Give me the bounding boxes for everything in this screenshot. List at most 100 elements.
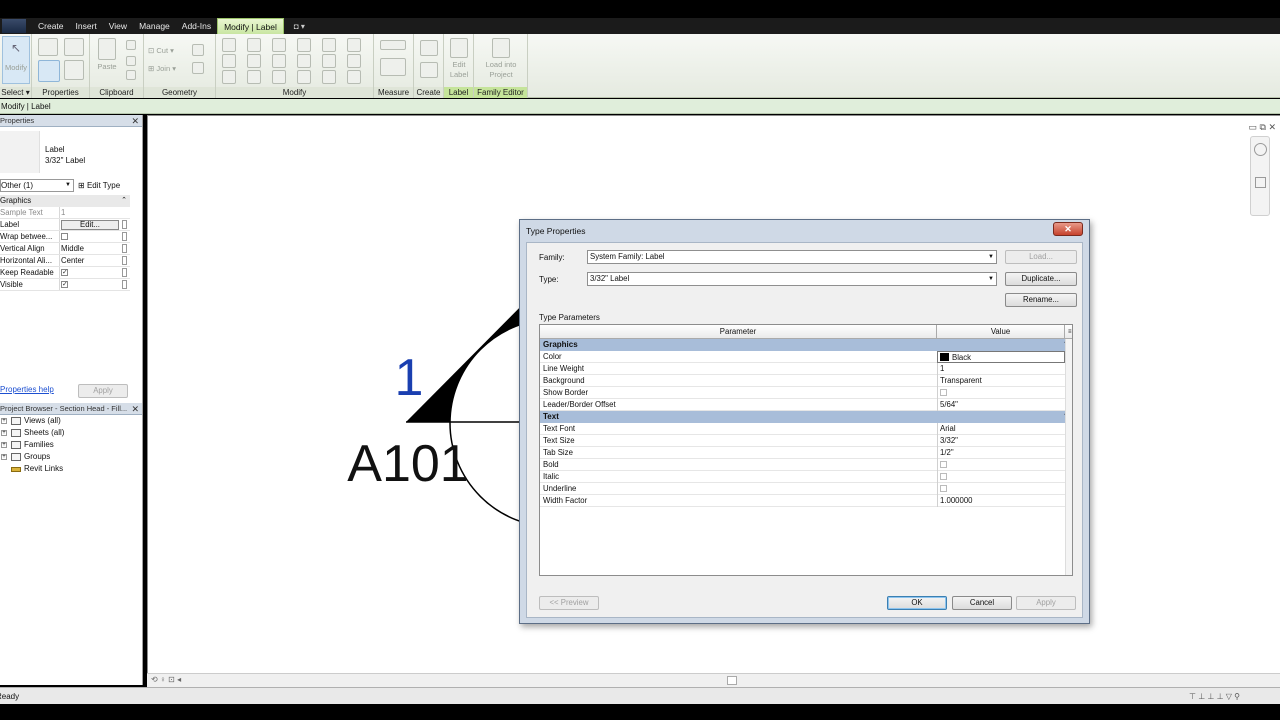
menu-tab-modify-label[interactable]: Modify | Label — [217, 18, 284, 34]
browser-node[interactable]: Revit Links — [0, 463, 142, 475]
cancel-button[interactable]: Cancel — [952, 596, 1012, 610]
load-into-project-button[interactable]: Load into Project — [474, 60, 528, 80]
view-control-icons[interactable]: ⟲ ♀ ⊡ ◂ — [151, 675, 181, 684]
mirror-axis-icon[interactable] — [272, 38, 286, 52]
parameter-row[interactable]: Tab Size 1/2" — [540, 447, 1072, 459]
checkmark-icon[interactable]: ✓ — [61, 281, 68, 289]
parameter-value[interactable] — [937, 471, 1065, 483]
property-row[interactable]: Keep Readable ✓ — [0, 267, 130, 279]
parameter-group-text[interactable]: Text⌃ — [540, 411, 1072, 423]
property-row[interactable]: Visible ✓ — [0, 279, 130, 291]
wall-joins-icon[interactable] — [192, 44, 204, 56]
property-row[interactable]: Wrap betwee... — [0, 231, 130, 243]
column-header-parameter[interactable]: Parameter — [540, 325, 937, 339]
trim-single-icon[interactable] — [297, 70, 311, 84]
edit-type-button[interactable]: ⊞ Edit Type — [78, 179, 120, 192]
parameter-value[interactable]: 1.000000 — [937, 495, 1065, 507]
parameter-value[interactable]: 1 — [937, 363, 1065, 375]
menu-tab-manage[interactable]: Manage — [133, 18, 176, 34]
parameter-row[interactable]: Underline — [540, 483, 1072, 495]
close-icon[interactable]: ✕ — [131, 115, 139, 127]
parameter-row[interactable]: Bold — [540, 459, 1072, 471]
paste-icon[interactable] — [98, 38, 116, 60]
parameter-value[interactable] — [937, 483, 1065, 495]
family-types-icon[interactable] — [64, 38, 84, 56]
split-face-icon[interactable] — [192, 62, 204, 74]
checkbox-icon[interactable] — [61, 233, 68, 241]
array-radial-icon[interactable] — [347, 70, 361, 84]
property-value[interactable]: Center — [60, 255, 122, 266]
associate-parameter-button[interactable] — [122, 255, 130, 266]
move-icon[interactable] — [222, 54, 236, 68]
split-gap-icon[interactable] — [322, 70, 336, 84]
parameter-group-graphics[interactable]: Graphics⌃ — [540, 339, 1072, 351]
horizontal-scrollbar-thumb[interactable] — [727, 676, 737, 685]
associate-parameter-button[interactable] — [122, 267, 130, 278]
expand-icon[interactable]: + — [1, 430, 7, 436]
close-icon[interactable]: ✕ — [131, 403, 139, 415]
duplicate-button[interactable]: Duplicate... — [1005, 272, 1077, 286]
column-menu-icon[interactable]: ≡ — [1068, 325, 1072, 339]
menu-tab-add-ins[interactable]: Add-Ins — [176, 18, 217, 34]
parameter-value[interactable]: Transparent — [937, 375, 1065, 387]
menu-tab-view[interactable]: View — [103, 18, 133, 34]
associate-parameter-button[interactable] — [122, 219, 130, 230]
expand-icon[interactable]: + — [1, 442, 7, 448]
type-dropdown[interactable]: 3/32" Label ▼ — [587, 272, 997, 286]
edit-label-icon[interactable] — [450, 38, 468, 58]
checkbox-icon[interactable] — [940, 389, 947, 397]
parameter-row[interactable]: Leader/Border Offset 5/64" — [540, 399, 1072, 411]
associate-parameter-button[interactable] — [122, 231, 130, 242]
offset-icon[interactable] — [247, 38, 261, 52]
property-checkbox[interactable]: ✓ — [60, 279, 122, 290]
edit-label-value-button[interactable]: Edit... — [61, 220, 119, 230]
expand-icon[interactable]: + — [1, 418, 7, 424]
browser-node[interactable]: + Families — [0, 439, 142, 451]
extend-icon[interactable] — [272, 70, 286, 84]
properties-help-link[interactable]: Properties help — [0, 385, 54, 394]
parameter-value[interactable] — [937, 387, 1065, 399]
rename-button[interactable]: Rename... — [1005, 293, 1077, 307]
split-icon[interactable] — [322, 38, 336, 52]
application-menu-button[interactable] — [2, 19, 26, 33]
column-header-value[interactable]: Value — [937, 325, 1065, 339]
checkmark-icon[interactable]: ✓ — [61, 269, 68, 277]
property-checkbox[interactable] — [60, 231, 122, 242]
pin-icon[interactable] — [222, 70, 236, 84]
type-selector[interactable]: Label 3/32" Label — [0, 129, 130, 175]
parameter-row[interactable]: Background Transparent — [540, 375, 1072, 387]
copy-tool-icon[interactable] — [247, 54, 261, 68]
property-row[interactable]: Vertical Align Middle — [0, 243, 130, 255]
delete-icon[interactable] — [347, 54, 361, 68]
browser-node[interactable]: + Sheets (all) — [0, 427, 142, 439]
checkbox-icon[interactable] — [940, 473, 947, 481]
properties-icon[interactable] — [38, 60, 60, 82]
property-row[interactable]: Sample Text 1 — [0, 207, 130, 219]
associate-parameter-button[interactable] — [122, 279, 130, 290]
parameter-row[interactable]: Text Font Arial — [540, 423, 1072, 435]
join-geometry-button[interactable]: ⊞ Join ▾ — [148, 64, 176, 73]
dimension-icon[interactable] — [380, 58, 406, 76]
parameter-row[interactable]: Color Black — [540, 351, 1072, 363]
copy-icon[interactable] — [126, 40, 136, 50]
qat-dropdown-icon[interactable]: ◘ ▾ — [294, 22, 305, 31]
property-value[interactable]: 1 — [60, 207, 122, 218]
property-value[interactable]: Middle — [60, 243, 122, 254]
type-properties-icon[interactable] — [38, 38, 58, 56]
parameter-row[interactable]: Text Size 3/32" — [540, 435, 1072, 447]
vertical-scrollbar[interactable] — [1065, 339, 1072, 575]
associate-parameter-button[interactable] — [122, 243, 130, 254]
family-dropdown[interactable]: System Family: Label ▼ — [587, 250, 997, 264]
menu-tab-insert[interactable]: Insert — [70, 18, 103, 34]
align-icon[interactable] — [222, 38, 236, 52]
checkbox-icon[interactable] — [940, 485, 947, 493]
parameter-row[interactable]: Show Border — [540, 387, 1072, 399]
apply-button[interactable]: Apply — [1016, 596, 1076, 610]
menu-tab-create[interactable]: Create — [32, 18, 70, 34]
expand-icon[interactable]: + — [1, 454, 7, 460]
properties-apply-button[interactable]: Apply — [78, 384, 128, 398]
dialog-close-button[interactable]: ✕ — [1053, 222, 1083, 236]
parameter-value[interactable] — [937, 459, 1065, 471]
properties-group-graphics[interactable]: Graphics ⌃ — [0, 195, 130, 207]
array-icon[interactable] — [347, 38, 361, 52]
